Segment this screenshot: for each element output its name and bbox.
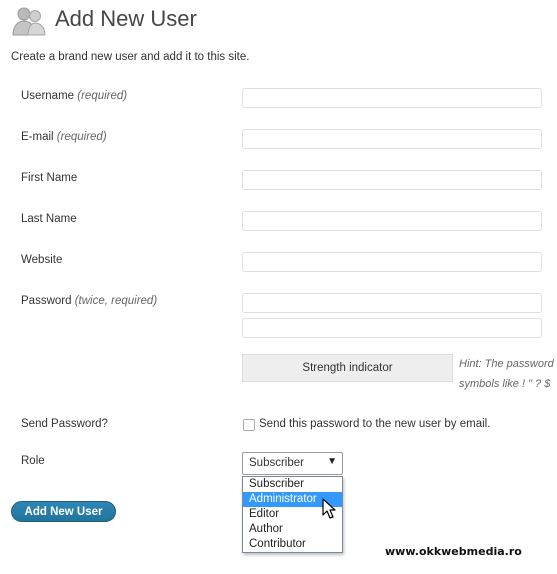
role-option-author[interactable]: Author — [243, 522, 342, 537]
send-password-checkbox[interactable] — [243, 419, 255, 431]
website-label: Website — [21, 254, 63, 266]
password-hint: Hint: The password symbols like ! " ? $ — [459, 354, 557, 394]
password-input[interactable] — [242, 293, 542, 313]
password-required-note: (twice, required) — [74, 295, 158, 307]
username-label: Username (required) — [21, 90, 127, 102]
role-select[interactable]: Subscriber ▼ — [242, 452, 343, 475]
send-password-checkbox-label[interactable]: Send this password to the new user by em… — [259, 418, 490, 430]
email-label: E-mail (required) — [21, 131, 107, 143]
add-new-user-button[interactable]: Add New User — [11, 501, 116, 522]
username-input[interactable] — [242, 88, 542, 108]
username-label-text: Username — [21, 90, 75, 102]
role-label: Role — [21, 455, 45, 467]
email-required-note: (required) — [56, 131, 107, 143]
last-name-input[interactable] — [242, 211, 542, 231]
page-description: Create a brand new user and add it to th… — [11, 51, 250, 63]
email-input[interactable] — [242, 129, 542, 149]
role-select-value: Subscriber — [249, 457, 304, 469]
password-label: Password (twice, required) — [21, 295, 157, 307]
password-strength-indicator: Strength indicator — [242, 354, 453, 382]
page-title: Add New User — [55, 6, 197, 31]
first-name-label: First Name — [21, 172, 78, 184]
username-required-note: (required) — [77, 90, 128, 102]
password-label-text: Password — [21, 295, 72, 307]
role-option-subscriber[interactable]: Subscriber — [243, 477, 342, 492]
email-label-text: E-mail — [21, 131, 54, 143]
watermark-text: www.okkwebmedia.ro — [385, 545, 522, 558]
mouse-pointer-icon — [322, 498, 336, 519]
role-option-contributor[interactable]: Contributor — [243, 537, 342, 552]
password-hint-line2: symbols like ! " ? $ — [459, 378, 551, 390]
website-input[interactable] — [242, 252, 542, 272]
password-confirm-input[interactable] — [242, 318, 542, 338]
last-name-label: Last Name — [21, 213, 77, 225]
chevron-down-icon: ▼ — [327, 456, 337, 467]
users-icon — [12, 7, 46, 36]
password-hint-line1: Hint: The password — [459, 358, 554, 370]
first-name-input[interactable] — [242, 170, 542, 190]
send-password-label: Send Password? — [21, 418, 108, 430]
